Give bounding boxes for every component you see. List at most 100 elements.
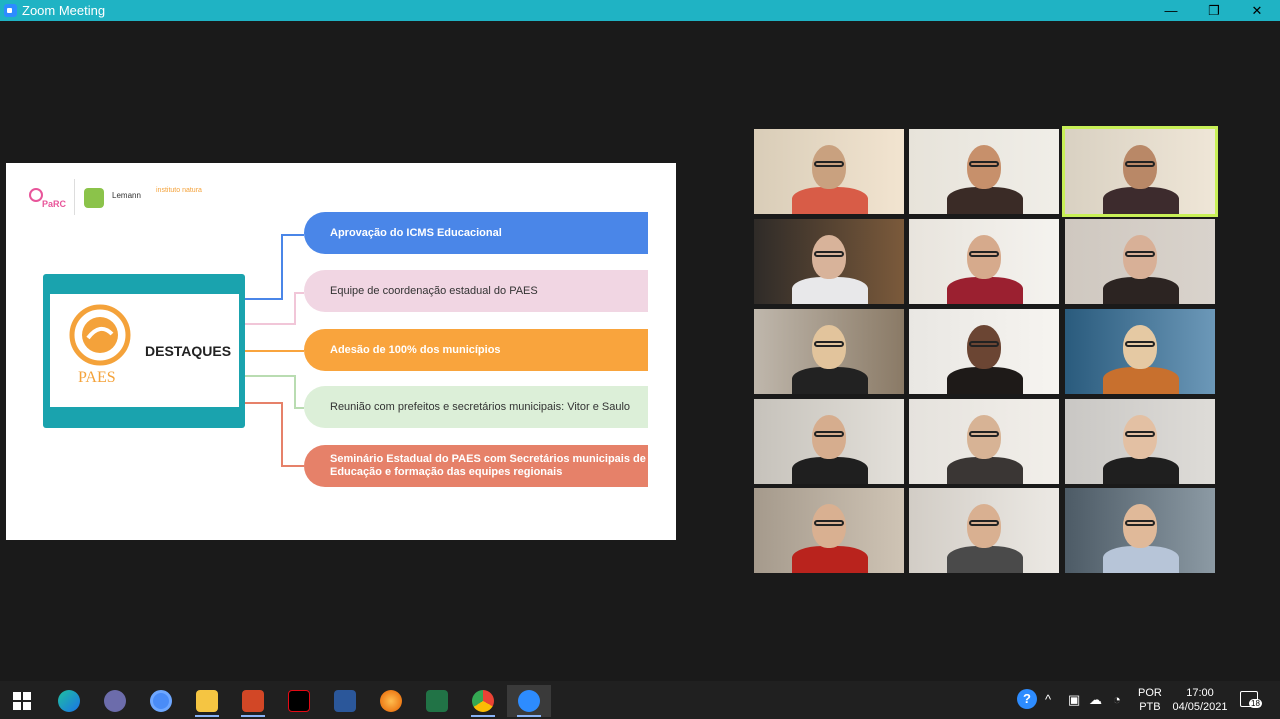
- participant-video-tile[interactable]: [909, 309, 1059, 394]
- participant-face: [967, 145, 1001, 189]
- highlight-item: Equipe de coordenação estadual do PAES: [304, 270, 648, 312]
- firefox-taskbar-button[interactable]: [369, 685, 413, 717]
- participant-body: [1103, 546, 1179, 573]
- participant-body: [947, 187, 1023, 214]
- participant-face: [1123, 235, 1157, 279]
- chrome-canary-icon: [150, 690, 172, 712]
- word-taskbar-button[interactable]: [323, 685, 367, 717]
- participant-video-tile[interactable]: [754, 309, 904, 394]
- participant-video-tile[interactable]: [1065, 399, 1215, 484]
- windows-taskbar: ? ^ ▣ ☁ ◔ POR PTB 17:00 04/05/2021 18: [0, 681, 1280, 719]
- participant-glasses: [969, 251, 999, 257]
- participant-face: [1123, 145, 1157, 189]
- participant-body: [947, 457, 1023, 484]
- participant-glasses: [969, 431, 999, 437]
- participant-video-tile[interactable]: [909, 399, 1059, 484]
- meet-now-icon[interactable]: ▣: [1068, 692, 1080, 708]
- participant-glasses: [1125, 431, 1155, 437]
- participant-glasses: [1125, 251, 1155, 257]
- folder-icon: [196, 690, 218, 712]
- participant-face: [1123, 415, 1157, 459]
- clock[interactable]: 17:00 04/05/2021: [1170, 686, 1230, 714]
- shared-screen-slide: PaRC Lemann instituto natura PAES DESTAQ…: [6, 163, 676, 540]
- chrome-icon: [472, 690, 494, 712]
- title-bar: Zoom Meeting — ❐ ✕: [0, 0, 1280, 21]
- start-button[interactable]: [0, 685, 44, 717]
- powerpoint-icon: [242, 690, 264, 712]
- highlight-item: Adesão de 100% dos municípios: [304, 329, 648, 371]
- participant-face: [1123, 504, 1157, 548]
- chrome-taskbar-button[interactable]: [461, 685, 505, 717]
- participant-glasses: [814, 520, 844, 526]
- participant-body: [792, 277, 868, 304]
- participant-video-tile[interactable]: [1062, 126, 1218, 217]
- restore-button[interactable]: ❐: [1192, 0, 1236, 21]
- zoom-icon: [518, 690, 540, 712]
- paes-logo: PAES: [69, 304, 131, 386]
- participant-glasses: [969, 341, 999, 347]
- onedrive-icon[interactable]: ☁: [1089, 692, 1102, 708]
- participant-face: [967, 325, 1001, 369]
- excel-taskbar-button[interactable]: [415, 685, 459, 717]
- participant-body: [1103, 367, 1179, 394]
- netflix-icon: [288, 690, 310, 712]
- participant-body: [1103, 277, 1179, 304]
- destaques-label: DESTAQUES: [145, 343, 232, 359]
- notification-count: 18: [1249, 699, 1262, 708]
- participant-glasses: [1125, 341, 1155, 347]
- destaques-box: PAES DESTAQUES: [43, 274, 245, 428]
- participant-face: [967, 235, 1001, 279]
- participant-glasses: [969, 161, 999, 167]
- participant-body: [1103, 457, 1179, 484]
- edge-taskbar-button[interactable]: [47, 685, 91, 717]
- participant-face: [1123, 325, 1157, 369]
- highlight-item: Seminário Estadual do PAES com Secretári…: [304, 445, 648, 487]
- participant-body: [947, 277, 1023, 304]
- zoom-icon: [4, 4, 17, 17]
- participant-face: [967, 415, 1001, 459]
- participant-glasses: [1125, 520, 1155, 526]
- participant-face: [812, 145, 846, 189]
- participant-face: [812, 325, 846, 369]
- zoom-taskbar-button[interactable]: [507, 685, 551, 717]
- obs-icon: [104, 690, 126, 712]
- participant-face: [812, 235, 846, 279]
- edge-icon: [58, 690, 80, 712]
- participant-video-tile[interactable]: [909, 219, 1059, 304]
- participant-video-tile[interactable]: [1065, 488, 1215, 573]
- participant-face: [967, 504, 1001, 548]
- help-icon[interactable]: ?: [1017, 689, 1037, 709]
- file-explorer-taskbar-button[interactable]: [185, 685, 229, 717]
- svg-text:PAES: PAES: [78, 369, 116, 386]
- participant-video-tile[interactable]: [1065, 219, 1215, 304]
- participant-body: [947, 546, 1023, 573]
- participant-body: [792, 367, 868, 394]
- obs-taskbar-button[interactable]: [93, 685, 137, 717]
- netflix-taskbar-button[interactable]: [277, 685, 321, 717]
- participant-glasses: [814, 431, 844, 437]
- participant-body: [792, 546, 868, 573]
- firefox-icon: [380, 690, 402, 712]
- powerpoint-taskbar-button[interactable]: [231, 685, 275, 717]
- participant-body: [1103, 187, 1179, 214]
- language-indicator[interactable]: POR PTB: [1138, 686, 1162, 714]
- participant-video-tile[interactable]: [754, 129, 904, 214]
- chevron-up-icon[interactable]: ^: [1045, 692, 1051, 707]
- close-button[interactable]: ✕: [1235, 0, 1279, 21]
- wifi-icon[interactable]: ◔: [1113, 692, 1121, 707]
- chrome-canary-taskbar-button[interactable]: [139, 685, 183, 717]
- windows-icon: [13, 692, 31, 710]
- participant-glasses: [1125, 161, 1155, 167]
- minimize-button[interactable]: —: [1149, 0, 1193, 21]
- excel-icon: [426, 690, 448, 712]
- participant-video-tile[interactable]: [1065, 309, 1215, 394]
- participant-video-tile[interactable]: [909, 488, 1059, 573]
- participant-video-tile[interactable]: [754, 488, 904, 573]
- highlight-item: Aprovação do ICMS Educacional: [304, 212, 648, 254]
- participant-video-tile[interactable]: [754, 219, 904, 304]
- participant-face: [812, 415, 846, 459]
- participant-face: [812, 504, 846, 548]
- window-title: Zoom Meeting: [22, 3, 106, 18]
- participant-video-tile[interactable]: [754, 399, 904, 484]
- participant-video-tile[interactable]: [909, 129, 1059, 214]
